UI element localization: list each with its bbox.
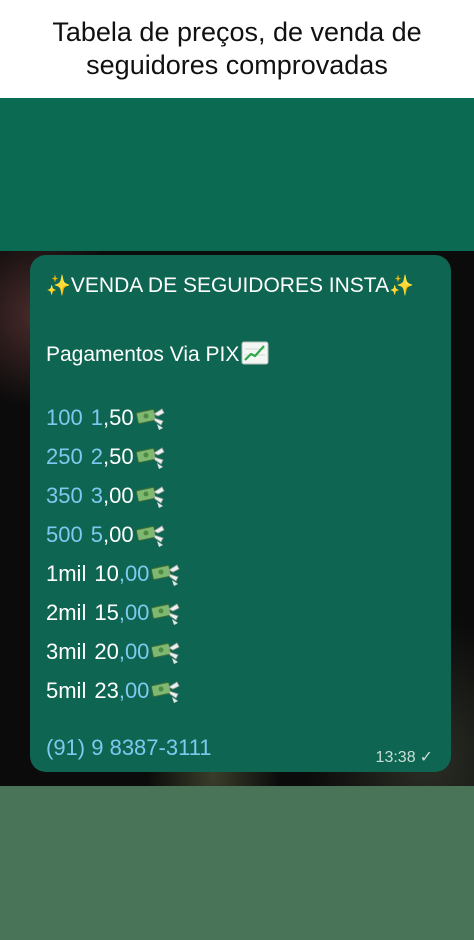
- money-with-wings-icon: [151, 602, 180, 625]
- check-icon: ✓: [419, 749, 433, 766]
- time-text: 13:38: [375, 749, 416, 766]
- message-time: 13:38 ✓: [376, 747, 433, 767]
- price-value-integer: 10: [94, 560, 119, 586]
- money-with-wings-icon: [135, 407, 165, 430]
- payments-label: Pagamentos Via PIX: [46, 343, 240, 366]
- money-with-wings-icon: [135, 485, 165, 508]
- price-quantity: 1mil: [46, 560, 87, 586]
- price-row: 500 5,00: [46, 515, 182, 554]
- message-bubble: ✨VENDA DE SEGUIDORES INSTA✨ Pagamentos V…: [30, 255, 451, 772]
- title-text: VENDA DE SEGUIDORES INSTA: [70, 274, 390, 297]
- price-quantity: 250: [46, 443, 83, 469]
- money-with-wings-icon: [135, 524, 165, 547]
- price-list: 100 1,50 250 2,50 350 3,00 500 5,00 1mil 10,00 2mi…: [46, 398, 182, 710]
- price-value-decimal: ,00: [118, 638, 150, 664]
- caption-text: Tabela de preços, de venda de seguidores…: [52, 17, 422, 80]
- bottom-band: [0, 786, 474, 940]
- price-row: 3mil 20,00: [46, 632, 182, 671]
- phone-link[interactable]: (91) 9 8387-3111: [46, 735, 212, 761]
- price-quantity: 350: [46, 482, 83, 508]
- price-value-decimal: ,00: [118, 560, 150, 586]
- money-with-wings-icon: [135, 446, 165, 469]
- sparkles-icon: ✨: [46, 275, 71, 297]
- price-quantity: 500: [46, 521, 83, 547]
- money-with-wings-icon: [151, 563, 180, 586]
- price-row: 350 3,00: [46, 476, 182, 515]
- price-quantity: 3mil: [46, 638, 87, 664]
- sparkles-icon: ✨: [389, 275, 414, 297]
- price-value-integer: 1: [90, 404, 103, 430]
- money-with-wings-icon: [151, 680, 180, 703]
- price-value-decimal: ,50: [102, 443, 134, 469]
- price-row: 250 2,50: [46, 437, 182, 476]
- price-quantity: 2mil: [46, 599, 87, 625]
- price-value-decimal: ,00: [102, 482, 134, 508]
- price-row: 100 1,50: [46, 398, 182, 437]
- price-value-integer: 20: [94, 638, 119, 664]
- price-value-integer: 23: [94, 677, 119, 703]
- caption: Tabela de preços, de venda de seguidores…: [0, 0, 474, 98]
- price-value-integer: 5: [90, 521, 103, 547]
- message-title: ✨VENDA DE SEGUIDORES INSTA✨: [46, 273, 414, 298]
- price-row: 2mil 15,00: [46, 593, 182, 632]
- money-with-wings-icon: [151, 641, 180, 664]
- price-value-integer: 2: [90, 443, 103, 469]
- price-quantity: 5mil: [46, 677, 87, 703]
- price-value-decimal: ,00: [118, 677, 150, 703]
- price-value-decimal: ,50: [102, 404, 134, 430]
- price-value-decimal: ,00: [118, 599, 150, 625]
- price-row: 5mil 23,00: [46, 671, 182, 710]
- top-band: [0, 98, 474, 251]
- price-value-integer: 15: [94, 599, 119, 625]
- payments-line: Pagamentos Via PIX: [46, 341, 269, 367]
- price-row: 1mil 10,00: [46, 554, 182, 593]
- chart-increasing-icon: [241, 341, 269, 365]
- price-quantity: 100: [46, 404, 83, 430]
- price-value-decimal: ,00: [102, 521, 134, 547]
- price-value-integer: 3: [90, 482, 103, 508]
